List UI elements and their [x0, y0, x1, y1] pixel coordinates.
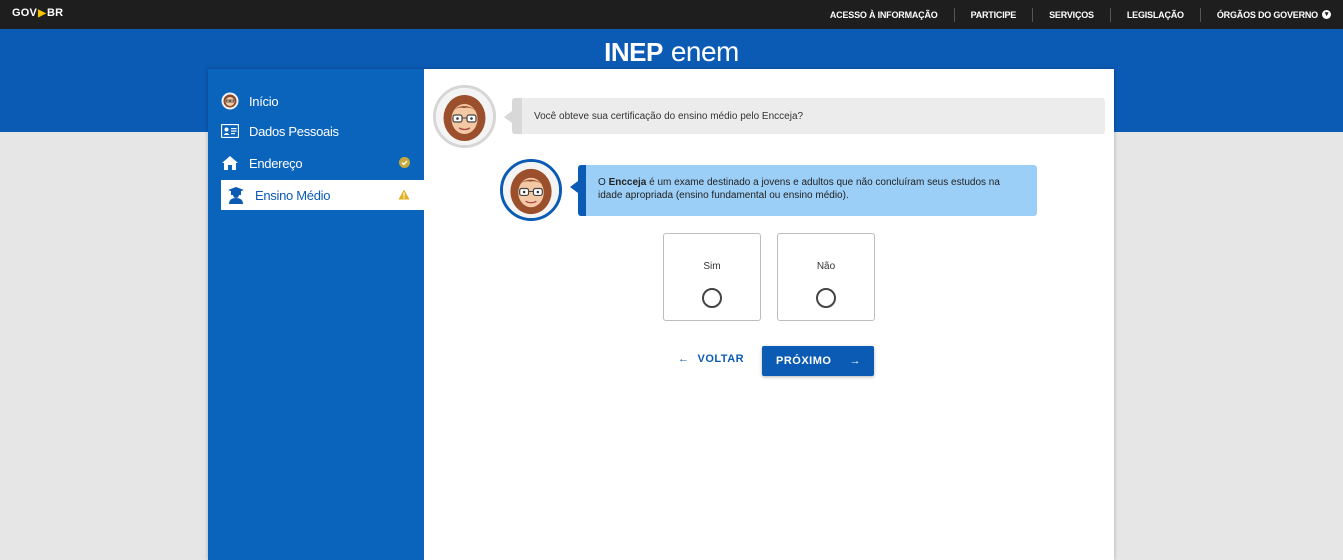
- gov-br-logo[interactable]: GOV ▶ BR: [12, 7, 63, 19]
- question-text: Você obteve sua certificação do ensino m…: [534, 111, 804, 122]
- avatar-icon: [433, 85, 496, 148]
- nav-acesso-informacao[interactable]: ACESSO À INFORMAÇÃO: [814, 7, 955, 22]
- option-sim[interactable]: Sim: [663, 233, 761, 321]
- option-nao[interactable]: Não: [777, 233, 875, 321]
- form-card: Início Dados Pessoais Endereço Ensino Mé…: [208, 69, 1114, 560]
- info-bubble: O Encceja é um exame destinado a jovens …: [570, 165, 1037, 216]
- sidebar-item-inicio[interactable]: Início: [221, 86, 424, 116]
- arrow-left-icon: ←: [678, 353, 690, 365]
- sidebar-item-label: Ensino Médio: [255, 187, 331, 203]
- question-bubble: Você obteve sua certificação do ensino m…: [504, 98, 1105, 134]
- option-label: Sim: [703, 261, 721, 272]
- back-button[interactable]: ← VOLTAR: [678, 353, 744, 365]
- br-logo-text: BR: [46, 7, 64, 19]
- back-button-label: VOLTAR: [697, 353, 745, 365]
- sidebar: Início Dados Pessoais Endereço Ensino Mé…: [208, 69, 424, 560]
- enem-logo-text: enem: [670, 36, 740, 67]
- info-bold-term: Encceja: [608, 177, 647, 188]
- inep-enem-logo: INEP enem: [0, 36, 1343, 68]
- sidebar-item-ensino-medio[interactable]: Ensino Médio: [221, 180, 424, 210]
- main-content: Você obteve sua certificação do ensino m…: [424, 69, 1114, 560]
- nav-orgaos-governo[interactable]: ÓRGÃOS DO GOVERNO ▾: [1201, 8, 1331, 22]
- graduate-icon: [227, 186, 245, 204]
- arrow-right-icon: →: [849, 355, 861, 367]
- sidebar-item-label: Dados Pessoais: [249, 123, 339, 139]
- nav-servicos[interactable]: SERVIÇOS: [1033, 7, 1111, 22]
- gov-logo-text: GOV: [12, 7, 38, 19]
- gov-bar: GOV ▶ BR ACESSO À INFORMAÇÃO PARTICIPE S…: [0, 0, 1343, 29]
- nav-orgaos-label: ÓRGÃOS DO GOVERNO: [1216, 9, 1318, 20]
- info-text: é um exame destinado a jovens e adultos …: [598, 177, 1000, 201]
- option-label: Não: [816, 261, 836, 272]
- id-card-icon: [221, 122, 239, 140]
- chevron-down-icon: ▾: [1322, 10, 1331, 19]
- next-button[interactable]: PRÓXIMO →: [762, 346, 874, 376]
- sidebar-item-dados-pessoais[interactable]: Dados Pessoais: [221, 116, 424, 146]
- nav-participe[interactable]: PARTICIPE: [955, 7, 1034, 22]
- radio-button[interactable]: [816, 288, 836, 308]
- home-icon: [221, 154, 239, 172]
- warning-icon: [398, 188, 410, 203]
- next-button-label: PRÓXIMO: [776, 355, 832, 367]
- check-icon: [399, 156, 410, 171]
- avatar-icon: [500, 159, 562, 221]
- nav-legislacao[interactable]: LEGISLAÇÃO: [1111, 7, 1201, 22]
- inep-logo-text: INEP: [604, 37, 663, 67]
- sidebar-item-endereco[interactable]: Endereço: [221, 148, 424, 178]
- sidebar-item-label: Endereço: [249, 155, 303, 171]
- avatar-icon: [221, 92, 239, 110]
- gov-arrow-icon: ▶: [38, 7, 46, 19]
- info-prefix: O: [598, 177, 606, 188]
- gov-nav: ACESSO À INFORMAÇÃO PARTICIPE SERVIÇOS L…: [814, 0, 1331, 29]
- sidebar-item-label: Início: [249, 93, 279, 109]
- radio-button[interactable]: [702, 288, 722, 308]
